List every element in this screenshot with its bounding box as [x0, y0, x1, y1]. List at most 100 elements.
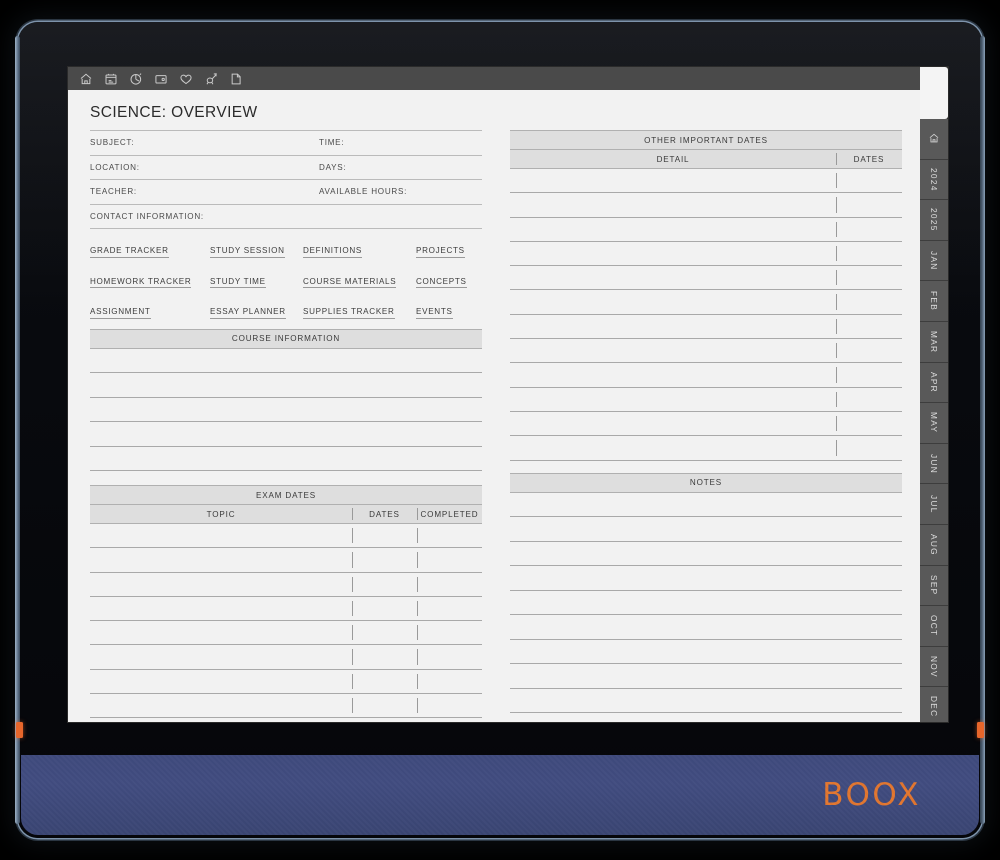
cell-detail[interactable] [510, 412, 836, 435]
cell-dates[interactable] [352, 694, 417, 717]
telescope-icon[interactable] [203, 71, 218, 86]
pie-timer-icon[interactable] [128, 71, 143, 86]
cell-detail[interactable] [510, 169, 836, 192]
cell-detail[interactable] [510, 315, 836, 338]
cell-completed[interactable] [417, 524, 482, 547]
cell-dates[interactable] [836, 388, 902, 411]
cell-topic[interactable] [90, 645, 352, 668]
cell-dates[interactable] [836, 339, 902, 362]
link-essay-planner[interactable]: ESSAY PLANNER [210, 307, 286, 319]
link-assignment[interactable]: ASSIGNMENT [90, 307, 151, 319]
table-row[interactable] [510, 315, 902, 339]
cell-dates[interactable] [836, 363, 902, 386]
cell-dates[interactable] [836, 242, 902, 265]
cell-detail[interactable] [510, 193, 836, 216]
table-row[interactable] [510, 436, 902, 460]
link-study-session[interactable]: STUDY SESSION [210, 246, 285, 258]
cell-dates[interactable] [836, 169, 902, 192]
ruled-line[interactable] [510, 542, 902, 567]
table-row[interactable] [510, 290, 902, 314]
link-events[interactable]: EVENTS [416, 307, 453, 319]
link-grade-tracker[interactable]: GRADE TRACKER [90, 246, 169, 258]
sidebar-month-mar[interactable]: MAR [920, 322, 948, 363]
cell-dates[interactable] [836, 315, 902, 338]
table-row[interactable] [90, 597, 482, 621]
cell-dates[interactable] [352, 645, 417, 668]
sidebar-month-oct[interactable]: OCT [920, 606, 948, 647]
sidebar-month-sep[interactable]: SEP [920, 566, 948, 607]
cell-dates[interactable] [836, 412, 902, 435]
table-row[interactable] [510, 193, 902, 217]
page-icon[interactable] [228, 71, 243, 86]
ruled-line[interactable] [510, 591, 902, 616]
table-row[interactable] [510, 339, 902, 363]
course-information-lines[interactable] [90, 349, 482, 472]
cell-dates[interactable] [352, 524, 417, 547]
heart-icon[interactable] [178, 71, 193, 86]
table-row[interactable] [510, 388, 902, 412]
table-row[interactable] [510, 412, 902, 436]
calendar-icon[interactable] [103, 71, 118, 86]
cell-detail[interactable] [510, 218, 836, 241]
table-row[interactable] [510, 363, 902, 387]
sidebar-month-jan[interactable]: JAN [920, 241, 948, 282]
table-row[interactable] [90, 670, 482, 694]
ruled-line[interactable] [510, 493, 902, 518]
link-study-time[interactable]: STUDY TIME [210, 277, 266, 289]
ruled-line[interactable] [510, 517, 902, 542]
ruled-line[interactable] [90, 398, 482, 423]
cell-detail[interactable] [510, 388, 836, 411]
cell-detail[interactable] [510, 363, 836, 386]
cell-completed[interactable] [417, 694, 482, 717]
sidebar-month-dec[interactable]: DEC [920, 687, 948, 722]
table-row[interactable] [90, 573, 482, 597]
wallet-icon[interactable] [153, 71, 168, 86]
sidebar-home[interactable] [920, 119, 948, 160]
cell-detail[interactable] [510, 339, 836, 362]
table-row[interactable] [90, 645, 482, 669]
cell-dates[interactable] [836, 436, 902, 459]
cell-detail[interactable] [510, 290, 836, 313]
sidebar-month-feb[interactable]: FEB [920, 281, 948, 322]
cell-completed[interactable] [417, 670, 482, 693]
cell-topic[interactable] [90, 548, 352, 571]
cell-completed[interactable] [417, 597, 482, 620]
table-row[interactable] [90, 621, 482, 645]
sidebar-month-jun[interactable]: JUN [920, 444, 948, 485]
cell-completed[interactable] [417, 645, 482, 668]
sidebar-month-jul[interactable]: JUL [920, 484, 948, 525]
cell-topic[interactable] [90, 524, 352, 547]
table-row[interactable] [90, 548, 482, 572]
sidebar-month-nov[interactable]: NOV [920, 647, 948, 688]
table-row[interactable] [510, 218, 902, 242]
sidebar-year-2025[interactable]: 2025 [920, 200, 948, 241]
ruled-line[interactable] [90, 373, 482, 398]
ruled-line[interactable] [510, 566, 902, 591]
cell-dates[interactable] [352, 621, 417, 644]
link-projects[interactable]: PROJECTS [416, 246, 465, 258]
cell-dates[interactable] [352, 597, 417, 620]
cell-topic[interactable] [90, 597, 352, 620]
table-row[interactable] [90, 694, 482, 718]
link-course-materials[interactable]: COURSE MATERIALS [303, 277, 396, 289]
cell-dates[interactable] [836, 266, 902, 289]
sidebar-expand-tab[interactable] [920, 67, 948, 119]
cell-completed[interactable] [417, 621, 482, 644]
cell-dates[interactable] [352, 548, 417, 571]
cell-dates[interactable] [836, 193, 902, 216]
cell-dates[interactable] [352, 670, 417, 693]
link-concepts[interactable]: CONCEPTS [416, 277, 467, 289]
ruled-line[interactable] [510, 664, 902, 689]
table-row[interactable] [510, 242, 902, 266]
ruled-line[interactable] [90, 349, 482, 374]
cell-topic[interactable] [90, 621, 352, 644]
cell-detail[interactable] [510, 436, 836, 459]
link-homework-tracker[interactable]: HOMEWORK TRACKER [90, 277, 191, 289]
table-row[interactable] [510, 266, 902, 290]
ruled-line[interactable] [90, 422, 482, 447]
cell-topic[interactable] [90, 573, 352, 596]
link-definitions[interactable]: DEFINITIONS [303, 246, 362, 258]
ruled-line[interactable] [510, 615, 902, 640]
cell-completed[interactable] [417, 548, 482, 571]
cell-detail[interactable] [510, 242, 836, 265]
